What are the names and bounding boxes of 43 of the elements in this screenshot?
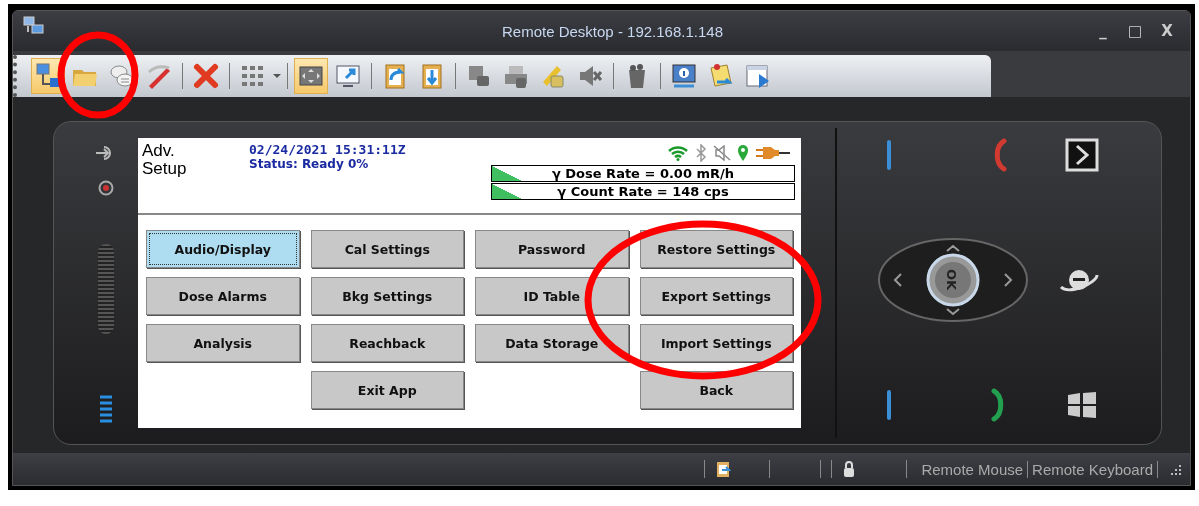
- menu-button[interactable]: Exit App: [310, 371, 464, 409]
- direction-pad[interactable]: OK: [877, 237, 1029, 323]
- clipboard-icon[interactable]: [715, 460, 732, 478]
- wifi-icon: [667, 145, 689, 161]
- menu-button[interactable]: Data Storage: [475, 324, 629, 362]
- softkey-icon[interactable]: [885, 388, 893, 422]
- menu-button[interactable]: ID Table: [475, 277, 629, 315]
- menu-button[interactable]: Restore Settings: [639, 230, 793, 268]
- status-item: Remote Mouse: [917, 460, 1029, 478]
- softkey-icon[interactable]: [885, 138, 893, 172]
- window-title: Remote Desktop - 192.168.1.148: [501, 22, 724, 40]
- power-plug-icon: [755, 145, 791, 161]
- menu-button[interactable]: Password: [475, 230, 629, 268]
- minimize-button[interactable]: _: [1090, 22, 1116, 40]
- menu-button[interactable]: Dose Alarms: [146, 277, 300, 315]
- status-text: Status: Ready 0%: [249, 157, 370, 171]
- rate-reading: γ Dose Rate = 0.00 mR/h: [551, 166, 735, 181]
- windows-logo-icon[interactable]: [1065, 391, 1099, 419]
- menu-button[interactable]: Cal Settings: [310, 230, 464, 268]
- menu-button[interactable]: Back: [639, 371, 793, 409]
- chevron-box-icon[interactable]: [1065, 138, 1099, 172]
- menu-button[interactable]: Bkg Settings: [310, 277, 464, 315]
- screen-title: Setup: [142, 160, 188, 178]
- computers-icon: [23, 16, 45, 36]
- padlock-icon: [842, 460, 857, 478]
- rate-reading: γ Count Rate = 148 cps: [557, 184, 729, 199]
- status-item: Remote Keyboard: [1028, 460, 1158, 478]
- bluetooth-icon: [695, 144, 707, 162]
- resize-grip-icon[interactable]: [1168, 462, 1182, 476]
- mute-icon: [713, 145, 731, 161]
- menu-button[interactable]: Import Settings: [639, 324, 793, 362]
- fit-screen-icon[interactable]: [294, 58, 328, 94]
- record-icon[interactable]: [96, 179, 116, 196]
- date-time: 02/24/2021 15:31:11Z: [249, 142, 407, 157]
- menu-button[interactable]: Audio/Display: [146, 230, 300, 268]
- close-button[interactable]: X: [1154, 22, 1180, 40]
- screen-title: Adv.: [142, 142, 176, 160]
- menu-button[interactable]: Export Settings: [639, 277, 793, 315]
- maximize-button[interactable]: □: [1122, 22, 1148, 40]
- location-pin-icon: [737, 144, 749, 162]
- menu-button[interactable]: Analysis: [146, 324, 300, 362]
- caret-icon[interactable]: [273, 73, 281, 79]
- menu-button[interactable]: Reachback: [310, 324, 464, 362]
